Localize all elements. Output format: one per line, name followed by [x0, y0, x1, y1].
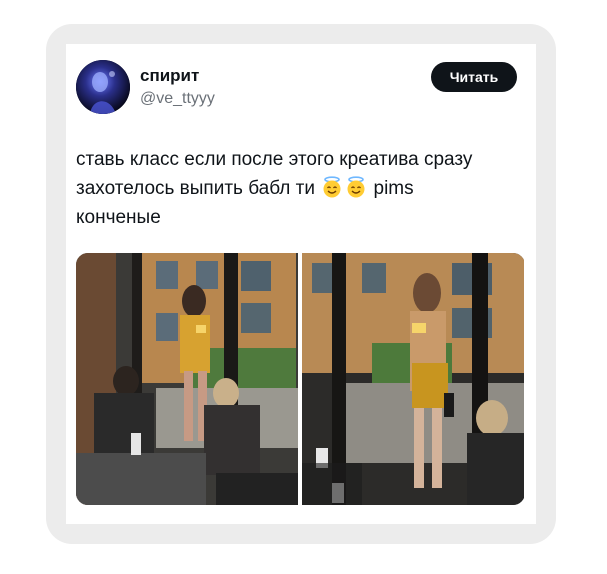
avatar[interactable]: [76, 60, 130, 114]
tweet-text-line-1: ставь класс если после этого креатива ср…: [76, 149, 473, 170]
tweet-text-line-2: захотелось выпить бабл ти pims: [76, 174, 526, 203]
media-photo-2[interactable]: [302, 253, 524, 505]
media-photo-1[interactable]: [76, 253, 298, 505]
user-handle[interactable]: @ve_ttyyy: [140, 90, 215, 108]
smiling-face-with-halo-icon: [323, 176, 341, 198]
tweet-text-segment: захотелось выпить бабл ти: [76, 178, 315, 199]
tweet-text: ставь класс если после этого креатива ср…: [76, 145, 526, 232]
tweet-text-line-3: конченые: [76, 207, 161, 228]
follow-button[interactable]: Читать: [431, 62, 517, 92]
tweet-card: спирит @ve_ttyyy Читать ставь класс если…: [66, 44, 536, 524]
display-name[interactable]: спирит: [140, 66, 199, 86]
tweet-text-segment: pims: [373, 178, 414, 199]
media-grid: [76, 253, 525, 505]
smiling-face-with-halo-icon: [347, 176, 365, 198]
